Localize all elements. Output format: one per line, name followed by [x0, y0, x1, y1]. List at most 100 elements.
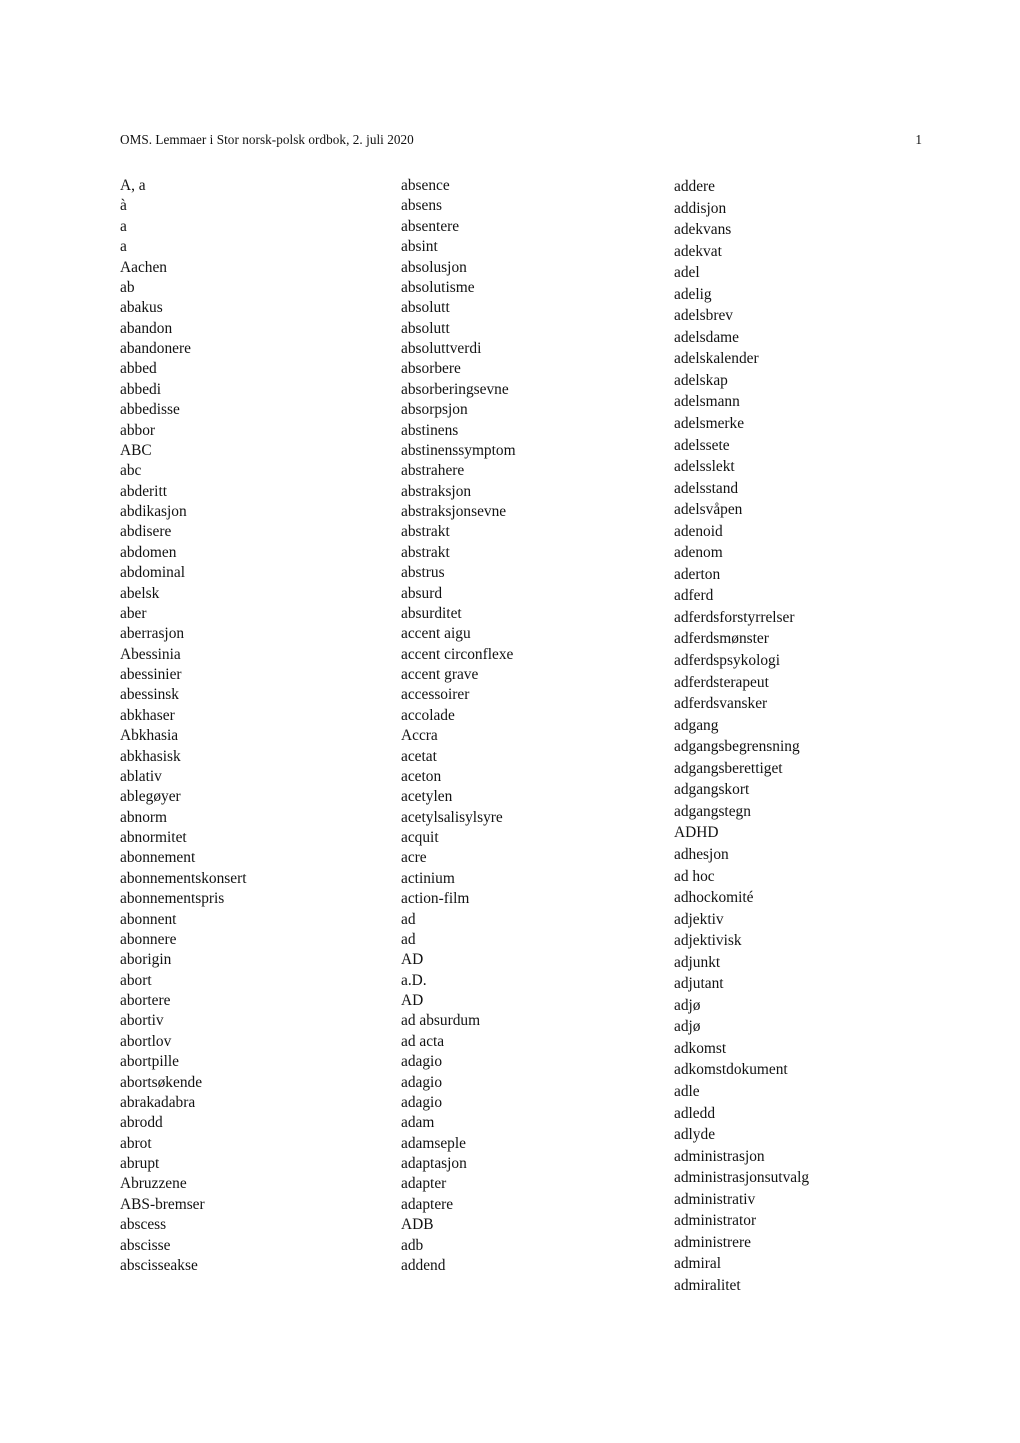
lemma-entry: adapter	[401, 1175, 447, 1193]
lemma-entry: aceton	[401, 767, 442, 785]
lemma-entry: abessinsk	[120, 686, 179, 704]
lemma-entry: accolade	[401, 706, 455, 724]
lemma-entry: adjunkt	[674, 953, 721, 971]
lemma-entry: abc	[120, 462, 142, 480]
document-page: OMS. Lemmaer i Stor norsk-polsk ordbok, …	[0, 0, 1020, 1443]
lemma-entry: adelssete	[674, 436, 730, 454]
lemma-entry: absorbere	[401, 360, 461, 378]
lemma-entry: abkhasisk	[120, 747, 181, 765]
lemma-entry: adjektiv	[674, 910, 724, 928]
lemma-entry: absorpsjon	[401, 401, 468, 419]
lemma-entry: abstinenssymptom	[401, 441, 516, 459]
lemma-entry: abstraksjon	[401, 482, 472, 500]
lemma-entry: abdomen	[120, 543, 177, 561]
lemma-entry: adlyde	[674, 1126, 716, 1144]
lemma-entry: abdikasjon	[120, 503, 187, 520]
lemma-entry: abonnement	[120, 849, 196, 867]
lemma-entry: adkomst	[674, 1039, 727, 1057]
lemma-entry: administrere	[674, 1233, 751, 1251]
lemma-entry: adgangstegn	[674, 802, 751, 820]
lemma-entry: adgangsberettiget	[674, 759, 783, 777]
lemma-entry: adamseple	[401, 1134, 466, 1152]
header-title: OMS. Lemmaer i Stor norsk-polsk ordbok, …	[120, 132, 414, 147]
lemma-entry: abonnementskonsert	[120, 869, 247, 887]
lemma-entry: acetat	[401, 747, 437, 765]
lemma-entry: abandonere	[120, 340, 191, 357]
lemma-entry: adelsdame	[674, 328, 739, 346]
lemma-entry: abonnementspris	[120, 890, 225, 908]
lemma-entry: accessoirer	[401, 686, 470, 704]
lemma-entry: addere	[674, 178, 716, 195]
lemma-entry: abessinier	[120, 666, 182, 683]
lemma-entry: administrator	[674, 1212, 757, 1230]
lemma-entry: adferdsforstyrrelser	[674, 608, 795, 626]
lemma-entry: abscisse	[120, 1236, 171, 1254]
lemma-entry: ad hoc	[674, 867, 715, 885]
lemma-entry: administrativ	[674, 1190, 756, 1208]
lemma-entry: ablativ	[120, 767, 162, 785]
lemma-entry: Abkhasia	[120, 727, 179, 745]
lemma-entry: acre	[401, 849, 427, 867]
lemma-entry: adelsmann	[674, 393, 740, 411]
lemma-entry: absolutisme	[401, 278, 475, 296]
lemma-entry: abstrakt	[401, 543, 450, 561]
lemma-entry: Abessinia	[120, 645, 181, 663]
lemma-entry: abortiv	[120, 1012, 164, 1030]
lemma-entry: abbed	[120, 360, 157, 378]
lemma-entry: adelsvåpen	[674, 501, 743, 519]
lemma-entry: addisjon	[674, 199, 727, 217]
lemma-entry: adam	[401, 1114, 435, 1132]
lemma-entry: absint	[401, 238, 438, 256]
lemma-entry: abortpille	[120, 1053, 179, 1071]
lemma-entry: aber	[120, 604, 147, 622]
lemma-entry: absentere	[401, 217, 460, 235]
lemma-entry: adelsmerke	[674, 415, 745, 433]
lemma-entry: adferdspsykologi	[674, 652, 781, 670]
lemma-columns: A, a à a a Aachen ab abakus abandon abandonere ab…	[120, 176, 930, 1294]
lemma-entry: action-film	[401, 890, 470, 908]
lemma-entry: adaptasjon	[401, 1155, 467, 1172]
lemma-entry: actinium	[401, 869, 455, 887]
lemma-entry: abrot	[120, 1134, 152, 1152]
lemma-entry: adb	[401, 1236, 424, 1254]
lemma-entry: absence	[401, 177, 450, 194]
lemma-entry: adferdsterapeut	[674, 673, 769, 691]
lemma-entry: adferdsmønster	[674, 630, 769, 648]
lemma-entry: abkhaser	[120, 706, 175, 724]
lemma-entry: ABC	[120, 441, 152, 459]
lemma-entry: adagio	[401, 1053, 443, 1071]
lemma-entry: ad	[401, 910, 416, 928]
lemma-entry: abnorm	[120, 808, 168, 826]
lemma-entry: adhesjon	[674, 845, 729, 863]
lemma-entry: adelsbrev	[674, 307, 733, 325]
lemma-entry: adaptere	[401, 1195, 454, 1213]
lemma-entry: adle	[674, 1082, 700, 1100]
lemma-entry: adekvat	[674, 242, 722, 260]
lemma-entry: admiralitet	[674, 1276, 741, 1294]
lemma-entry: abrupt	[120, 1155, 160, 1172]
lemma-entry: aberrasjon	[120, 625, 185, 643]
lemma-entry: absolutt	[401, 299, 450, 317]
lemma-entry: accent aigu	[401, 625, 471, 643]
lemma-entry: adagio	[401, 1073, 443, 1091]
lemma-entry: adjutant	[674, 975, 724, 993]
lemma-entry: abstinens	[401, 421, 459, 439]
lemma-entry: adagio	[401, 1093, 443, 1111]
lemma-entry: absolutt	[401, 319, 450, 337]
lemma-entry: acetylen	[401, 788, 453, 806]
lemma-entry: aderton	[674, 565, 721, 583]
lemma-entry: adelsslekt	[674, 458, 735, 476]
lemma-entry: abdominal	[120, 564, 185, 582]
lemma-entry: Accra	[401, 727, 438, 745]
lemma-entry: adjektivisk	[674, 932, 742, 950]
lemma-entry: adenom	[674, 544, 723, 562]
lemma-entry: abonnere	[120, 930, 177, 948]
lemma-entry: absorberingsevne	[401, 380, 509, 398]
lemma-entry: abstrus	[401, 564, 445, 582]
lemma-entry: abakus	[120, 299, 163, 317]
lemma-entry: adledd	[674, 1104, 716, 1122]
lemma-entry: abelsk	[120, 584, 160, 602]
lemma-entry: ad acta	[401, 1032, 445, 1050]
lemma-entry: adelsstand	[674, 479, 739, 497]
lemma-entry: aborigin	[120, 951, 172, 969]
